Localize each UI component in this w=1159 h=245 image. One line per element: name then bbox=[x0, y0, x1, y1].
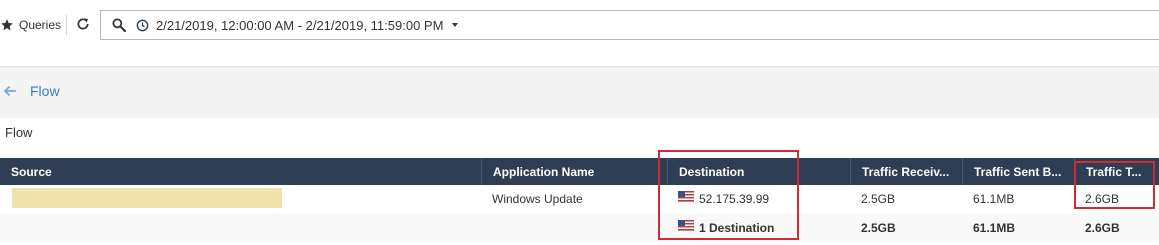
received-summary-cell: 2.5GB bbox=[861, 221, 896, 235]
toolbar: Queries 2/21/2019, 12:00:00 AM - 2/21/20… bbox=[0, 0, 1159, 52]
section-title: Flow bbox=[5, 125, 33, 140]
table-summary-row: 1 Destination 2.5GB 61.1MB 2.6GB bbox=[0, 214, 1159, 241]
column-header-traffic-sent[interactable]: Traffic Sent B... bbox=[962, 158, 1074, 185]
sent-summary-cell: 61.1MB bbox=[973, 221, 1016, 235]
refresh-button[interactable] bbox=[73, 13, 93, 37]
column-header-source[interactable]: Source bbox=[0, 158, 481, 185]
time-range-picker[interactable]: 2/21/2019, 12:00:00 AM - 2/21/2019, 11:5… bbox=[100, 10, 1159, 40]
redacted-source bbox=[12, 188, 282, 208]
queries-button[interactable]: Queries bbox=[0, 15, 61, 35]
search-icon[interactable] bbox=[111, 17, 127, 33]
refresh-icon bbox=[75, 16, 91, 35]
highlight-box-destination bbox=[658, 150, 799, 240]
traffic-received-cell: 2.5GB bbox=[861, 192, 896, 206]
toolbar-divider bbox=[66, 15, 67, 35]
clock-icon bbox=[136, 19, 149, 32]
queries-label: Queries bbox=[19, 18, 62, 32]
arrow-left-icon[interactable] bbox=[3, 84, 17, 98]
column-header-application-name[interactable]: Application Name bbox=[481, 158, 667, 185]
highlight-box-traffic-total bbox=[1074, 161, 1155, 209]
traffic-sent-cell: 61.1MB bbox=[973, 192, 1015, 206]
breadcrumb-bar bbox=[0, 66, 1159, 118]
time-range-value: 2/21/2019, 12:00:00 AM - 2/21/2019, 11:5… bbox=[156, 17, 444, 33]
total-summary-cell: 2.6GB bbox=[1085, 221, 1120, 235]
application-name-cell: Windows Update bbox=[492, 192, 583, 206]
caret-down-icon[interactable] bbox=[452, 23, 459, 27]
star-icon bbox=[0, 18, 14, 32]
breadcrumb-flow-link[interactable]: Flow bbox=[30, 83, 60, 99]
table-header: Source Application Name Destination Traf… bbox=[0, 158, 1159, 185]
column-header-traffic-received[interactable]: Traffic Receiv... bbox=[850, 158, 962, 185]
